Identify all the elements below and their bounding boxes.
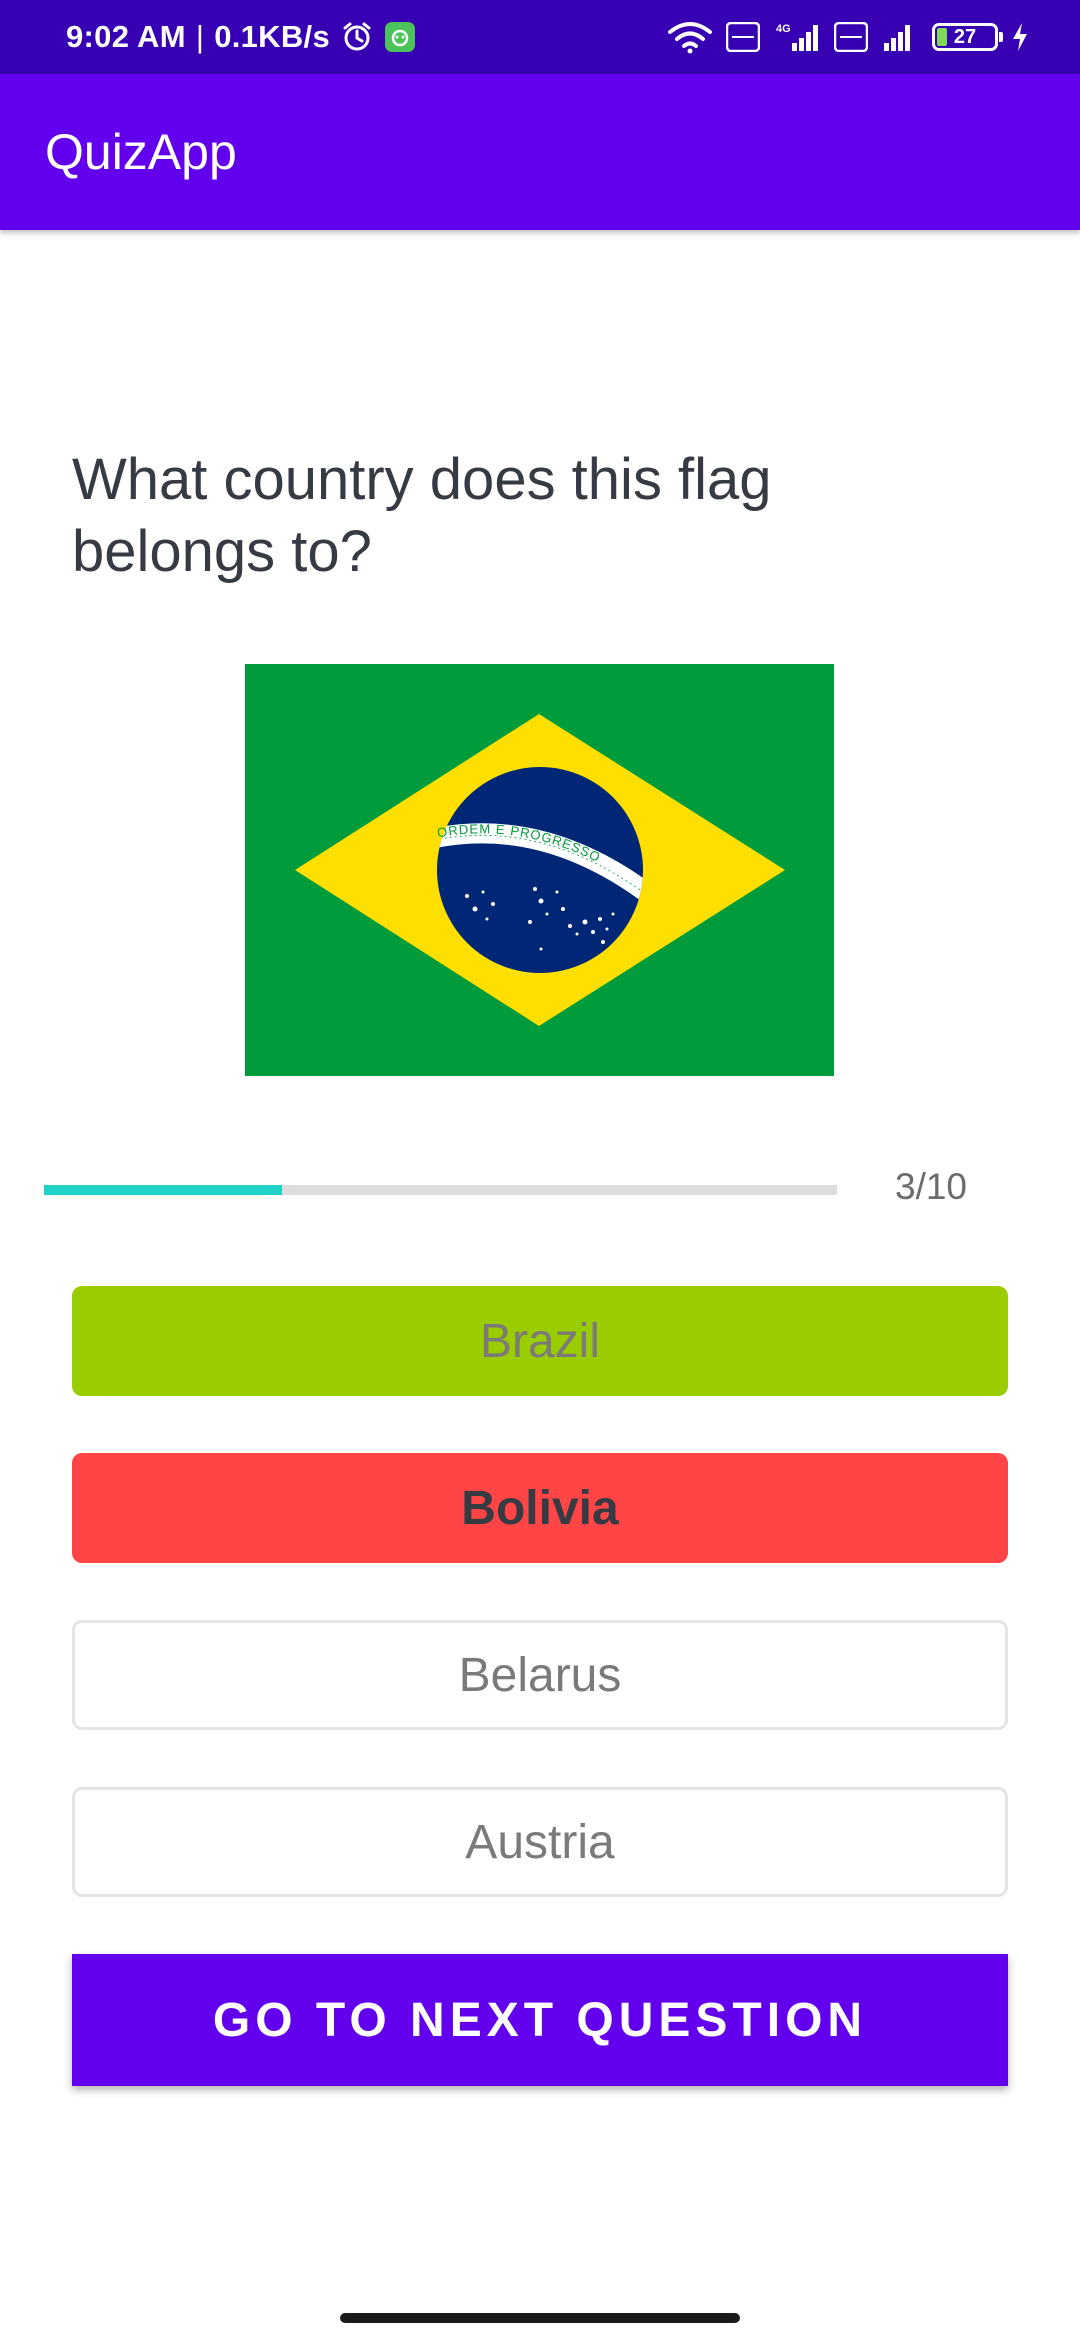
- option-belarus[interactable]: Belarus: [72, 1620, 1008, 1730]
- alarm-icon: [340, 20, 374, 54]
- notification-app-icon: [384, 21, 416, 53]
- next-question-button[interactable]: GO TO NEXT QUESTION: [72, 1954, 1008, 2086]
- status-time: 9:02 AM: [66, 19, 186, 54]
- status-bar: 9:02 AM | 0.1KB/s 4G 27: [0, 0, 1080, 74]
- volte-icon: [726, 22, 760, 52]
- option-label: Bolivia: [461, 1481, 619, 1535]
- status-left: 9:02 AM | 0.1KB/s: [66, 0, 416, 74]
- status-right: 4G 27: [666, 0, 1030, 74]
- progress-bar: [44, 1185, 837, 1195]
- flag-brazil-icon: ORDEM E PROGRESSO: [245, 664, 834, 1076]
- battery-fill: [937, 28, 947, 46]
- question-text: What country does this flag belongs to?: [72, 447, 772, 584]
- option-label: Belarus: [458, 1648, 622, 1702]
- progress-text: 3/10: [895, 1166, 968, 1207]
- volte-icon-2: [834, 22, 868, 52]
- progress-bar-fill: [44, 1185, 282, 1195]
- network-type-text: 4G: [776, 23, 791, 35]
- option-bolivia[interactable]: Bolivia: [72, 1453, 1008, 1563]
- option-label: Austria: [465, 1815, 615, 1869]
- signal-icon: 4G: [772, 21, 822, 53]
- option-brazil[interactable]: Brazil: [72, 1286, 1008, 1396]
- app-bar: QuizApp: [0, 74, 1080, 230]
- status-separator: |: [195, 19, 205, 54]
- signal-icon-2: [880, 21, 920, 53]
- flag-image: ORDEM E PROGRESSO: [245, 664, 834, 1076]
- home-indicator[interactable]: [340, 2313, 740, 2323]
- battery-icon: 27: [932, 23, 1003, 51]
- charging-icon: [1010, 22, 1030, 52]
- app-title: QuizApp: [45, 124, 237, 180]
- option-austria[interactable]: Austria: [72, 1787, 1008, 1897]
- wifi-icon: [666, 20, 714, 54]
- battery-level: 27: [953, 25, 977, 48]
- status-network-speed: 0.1KB/s: [214, 19, 331, 54]
- option-label: Brazil: [479, 1314, 601, 1368]
